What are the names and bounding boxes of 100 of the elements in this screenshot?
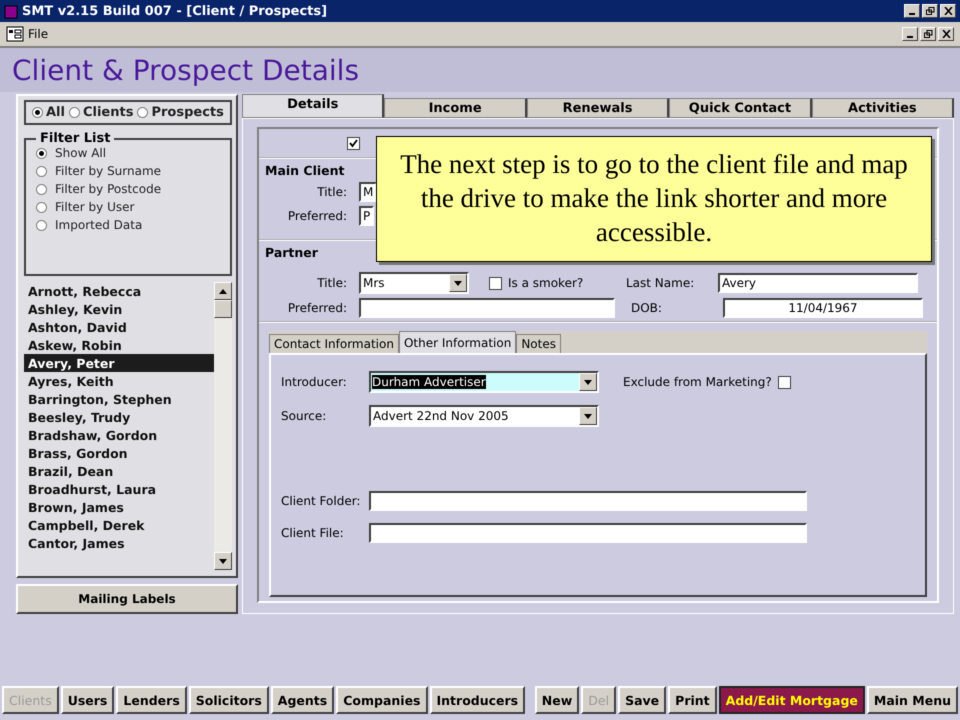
field-label: Title: [316, 276, 348, 290]
client-list-item[interactable]: Ashton, David [24, 318, 214, 336]
toolbar-button[interactable]: Print [668, 686, 717, 714]
window-title: SMT v2.15 Build 007 - [Client / Prospects] [22, 4, 328, 18]
radio-label: Imported Data [55, 218, 142, 232]
preferred-field[interactable] [359, 298, 615, 318]
page-title: Client & Prospect Details [12, 54, 360, 86]
toolbar-button[interactable]: Lenders [116, 686, 187, 714]
client-list-item[interactable]: Ayres, Keith [24, 372, 214, 390]
restore-button[interactable] [922, 4, 938, 18]
field-label: Is a smoker? [508, 276, 584, 290]
restore-button[interactable] [920, 27, 936, 41]
radio-button[interactable] [137, 107, 148, 118]
close-button[interactable] [940, 4, 956, 18]
client-list-item[interactable]: Brown, James [24, 498, 214, 516]
radio-label: Filter by User [55, 200, 134, 214]
toolbar-button[interactable]: Companies [336, 686, 428, 714]
tab[interactable]: Other Information [398, 331, 516, 353]
callout-note: The next step is to go to the client file and map the drive to make the link shorter and more accessible. [376, 136, 932, 262]
checkbox[interactable] [778, 376, 791, 388]
field-label: Exclude from Marketing? [623, 375, 772, 389]
toolbar-button[interactable]: New [534, 686, 580, 714]
radio-button[interactable] [68, 107, 80, 118]
client-list-item[interactable]: Campbell, Derek [24, 516, 214, 534]
client-list-item[interactable]: Askew, Robin [24, 336, 214, 354]
scroll-thumb[interactable] [214, 300, 232, 318]
form-icon[interactable] [6, 26, 24, 42]
radio-label: Show All [55, 146, 106, 160]
group-title: Filter List [39, 131, 112, 146]
down-arrow-icon [584, 414, 592, 418]
title-field[interactable]: M [359, 182, 378, 202]
toolbar-button[interactable]: Agents [270, 686, 334, 714]
radio-button[interactable] [36, 220, 47, 230]
tab[interactable]: Income [384, 98, 527, 118]
client-list-item[interactable]: Avery, Peter [24, 354, 214, 372]
source-dropdown[interactable]: Advert 22nd Nov 2005 [369, 405, 599, 427]
client-list-item[interactable]: Beesley, Trudy [24, 408, 214, 426]
client-list-item[interactable]: Barrington, Stephen [24, 390, 214, 408]
scrollbar[interactable] [214, 282, 232, 570]
checkbox[interactable] [489, 276, 502, 290]
dob-field[interactable]: 11/04/1967 [723, 298, 923, 318]
toolbar-button[interactable]: Save [618, 686, 666, 714]
toolbar-button[interactable]: Users [60, 686, 114, 714]
client-file-field[interactable] [369, 523, 807, 543]
dropdown-button[interactable] [579, 373, 597, 391]
radio-label: Prospects [151, 105, 224, 120]
client-folder-field[interactable] [369, 491, 807, 511]
tab[interactable]: Renewals [526, 98, 670, 118]
client-list-item[interactable]: Brazil, Dean [24, 462, 214, 480]
menu-item[interactable]: File [28, 27, 48, 41]
toolbar-button[interactable]: Main Menu [866, 686, 958, 714]
app-icon [4, 3, 18, 19]
toolbar-button[interactable]: Solicitors [188, 686, 269, 714]
field-label: Client File: [281, 526, 345, 540]
radio-label: Filter by Surname [55, 164, 162, 178]
radio-button[interactable] [36, 166, 47, 176]
minimize-button[interactable] [904, 4, 920, 18]
minimize-button[interactable] [902, 27, 918, 41]
preferred-field[interactable]: P [359, 206, 374, 226]
close-icon [944, 7, 952, 15]
tab[interactable]: Contact Information [269, 334, 399, 353]
mailing-labels-button[interactable]: Mailing Labels [16, 584, 238, 614]
client-list-item[interactable]: Broadhurst, Laura [24, 480, 214, 498]
client-list-item[interactable]: Ashley, Kevin [24, 300, 214, 318]
dropdown-button[interactable] [449, 274, 467, 292]
down-arrow-icon [219, 558, 227, 564]
radio-button[interactable] [32, 107, 43, 118]
radio-button[interactable] [36, 184, 47, 194]
section-heading: Main Client [265, 163, 345, 178]
tab[interactable]: Activities [812, 98, 954, 118]
dropdown-button[interactable] [579, 407, 597, 425]
checkbox[interactable] [347, 136, 360, 150]
up-arrow-icon [219, 288, 227, 294]
field-label: Title: [316, 185, 348, 199]
field-label: DOB: [631, 301, 663, 315]
restore-icon [924, 30, 932, 38]
client-list-item[interactable]: Arnott, Rebecca [24, 282, 214, 300]
check-icon [349, 138, 358, 148]
scroll-up-button[interactable] [214, 282, 232, 300]
radio-button[interactable] [36, 202, 47, 212]
toolbar-button[interactable]: Add/Edit Mortgage [718, 686, 865, 714]
close-button[interactable] [938, 27, 954, 41]
toolbar-button[interactable]: Introducers [430, 686, 526, 714]
field-label: Preferred: [286, 209, 348, 223]
introducer-dropdown[interactable]: Durham Advertiser [369, 371, 599, 393]
down-arrow-icon [584, 380, 592, 384]
client-list-item[interactable]: Bradshaw, Gordon [24, 426, 214, 444]
tab[interactable]: Details [242, 94, 384, 118]
client-list-item[interactable]: Cantor, James [24, 534, 214, 552]
last-name-field[interactable]: Avery [718, 273, 918, 293]
radio-button[interactable] [36, 148, 47, 158]
title-dropdown[interactable]: Mrs [359, 272, 469, 294]
tab[interactable]: Notes [516, 334, 561, 353]
scroll-down-button[interactable] [214, 552, 232, 570]
field-label: Preferred: [286, 301, 348, 315]
client-list-item[interactable]: Brass, Gordon [24, 444, 214, 462]
radio-label: Clients [82, 105, 134, 120]
down-arrow-icon [454, 280, 462, 286]
field-label: Introducer: [281, 375, 348, 389]
tab[interactable]: Quick Contact [669, 98, 812, 118]
